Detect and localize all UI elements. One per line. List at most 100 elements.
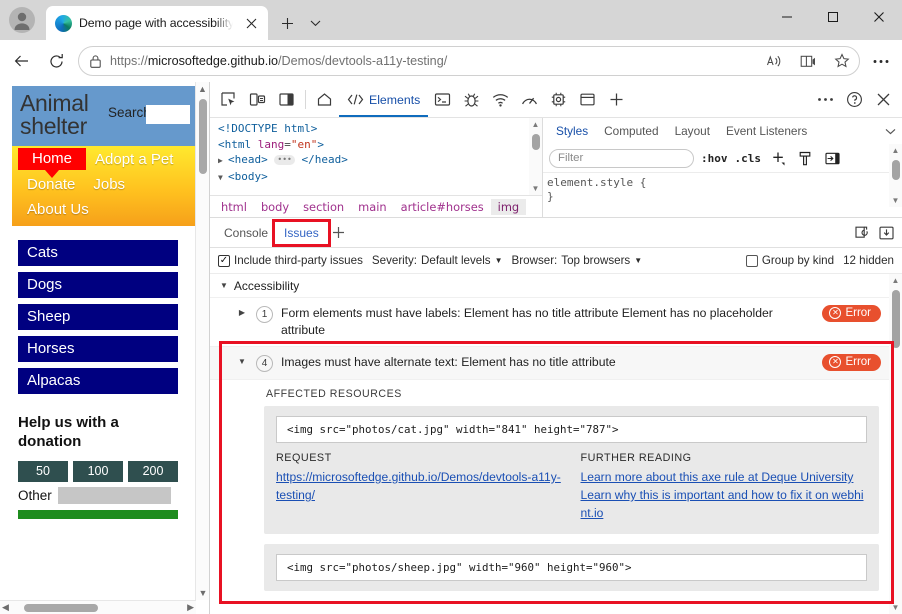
nav-link-adopt-a-pet[interactable]: Adopt a Pet bbox=[86, 149, 182, 170]
performance-gauge-icon[interactable] bbox=[515, 86, 544, 114]
tab-issues[interactable]: Issues bbox=[276, 223, 327, 243]
donation-amount-50[interactable]: 50 bbox=[18, 461, 68, 482]
hov-toggle[interactable]: :hov bbox=[701, 152, 728, 165]
nav-link-home[interactable]: Home bbox=[18, 148, 86, 170]
styles-scrollbar[interactable]: ▲ ▼ bbox=[889, 144, 902, 207]
dom-line[interactable]: ▶<head> ••• </head> bbox=[218, 152, 542, 169]
collapse-triangle-icon[interactable]: ▼ bbox=[236, 354, 248, 366]
tab-elements[interactable]: Elements bbox=[339, 83, 428, 117]
styles-filter-input[interactable]: Filter bbox=[549, 149, 694, 168]
dom-line[interactable]: ▼<body> bbox=[218, 169, 542, 186]
scroll-right-arrow[interactable]: ▶ bbox=[187, 602, 194, 613]
nav-link-about-us[interactable]: About Us bbox=[18, 199, 98, 220]
scroll-down-arrow[interactable]: ▼ bbox=[196, 586, 210, 600]
category-sheep[interactable]: Sheep bbox=[18, 304, 178, 330]
category-cats[interactable]: Cats bbox=[18, 240, 178, 266]
dock-side-icon[interactable] bbox=[272, 86, 301, 114]
breadcrumb-img[interactable]: img bbox=[491, 199, 527, 215]
category-horses[interactable]: Horses bbox=[18, 336, 178, 362]
computed-sidebar-icon[interactable] bbox=[822, 148, 842, 168]
cls-toggle[interactable]: .cls bbox=[735, 152, 762, 165]
nav-link-jobs[interactable]: Jobs bbox=[84, 174, 134, 195]
browser-settings-button[interactable] bbox=[866, 46, 896, 76]
close-tab-button[interactable] bbox=[240, 12, 262, 34]
element-style-rule[interactable]: element.style { bbox=[547, 176, 902, 190]
page-vscroll-thumb[interactable] bbox=[199, 99, 207, 174]
tab-console[interactable]: Console bbox=[216, 223, 276, 243]
new-style-rule-icon[interactable] bbox=[768, 148, 788, 168]
close-window-button[interactable] bbox=[856, 0, 902, 33]
include-third-party-toggle[interactable]: Include third-party issues bbox=[218, 254, 363, 267]
favorites-button[interactable] bbox=[829, 48, 855, 74]
issues-scrollbar[interactable]: ▲ ▼ bbox=[889, 274, 902, 614]
request-link[interactable]: https://microsoftedge.github.io/Demos/de… bbox=[276, 468, 563, 504]
tab-actions-button[interactable] bbox=[302, 10, 328, 36]
tab-styles[interactable]: Styles bbox=[549, 121, 595, 141]
page-hscroll-thumb[interactable] bbox=[24, 604, 98, 612]
network-icon[interactable] bbox=[486, 86, 515, 114]
close-devtools-icon[interactable] bbox=[869, 86, 898, 114]
memory-icon[interactable] bbox=[573, 86, 602, 114]
maximize-button[interactable] bbox=[810, 0, 856, 33]
group-by-kind-checkbox[interactable] bbox=[746, 255, 758, 267]
help-icon[interactable] bbox=[840, 86, 869, 114]
category-dogs[interactable]: Dogs bbox=[18, 272, 178, 298]
severity-filter[interactable]: Severity: Default levels ▼ bbox=[372, 254, 503, 267]
browser-filter[interactable]: Browser: Top browsers ▼ bbox=[512, 254, 643, 267]
donation-amount-200[interactable]: 200 bbox=[128, 461, 178, 482]
further-reading-link-webhint[interactable]: Learn why this is important and how to f… bbox=[581, 486, 868, 522]
back-button[interactable] bbox=[6, 45, 38, 77]
search-input[interactable] bbox=[146, 105, 190, 124]
tab-event-listeners[interactable]: Event Listeners bbox=[719, 121, 814, 141]
more-options-icon[interactable] bbox=[811, 86, 840, 114]
tab-layout[interactable]: Layout bbox=[668, 121, 717, 141]
issue-row-images-alt-text[interactable]: ▼ 4 Images must have alternate text: Ele… bbox=[210, 347, 889, 380]
hidden-issues-count[interactable]: 12 hidden bbox=[843, 254, 894, 267]
application-chip-icon[interactable] bbox=[544, 86, 573, 114]
dom-line[interactable]: <html lang="en"> bbox=[218, 137, 542, 153]
dom-line[interactable]: <!DOCTYPE html> bbox=[218, 121, 542, 137]
issues-scroll-up[interactable]: ▲ bbox=[889, 274, 902, 287]
breadcrumb-section[interactable]: section bbox=[296, 199, 351, 215]
console-icon[interactable] bbox=[428, 86, 457, 114]
add-drawer-tab-button[interactable] bbox=[327, 221, 351, 245]
expand-triangle-icon[interactable]: ▶ bbox=[236, 305, 248, 317]
issues-scroll-down[interactable]: ▼ bbox=[889, 601, 902, 614]
issue-category-accessibility[interactable]: ▼ Accessibility bbox=[210, 274, 889, 298]
sources-bug-icon[interactable] bbox=[457, 86, 486, 114]
breadcrumb-main[interactable]: main bbox=[351, 199, 393, 215]
minimize-button[interactable] bbox=[764, 0, 810, 33]
close-drawer-icon[interactable] bbox=[876, 223, 896, 243]
refresh-button[interactable] bbox=[40, 45, 72, 77]
styles-scroll-up[interactable]: ▲ bbox=[889, 144, 902, 157]
browser-tab[interactable]: Demo page with accessibility issues bbox=[46, 6, 268, 40]
immersive-reader-button[interactable] bbox=[795, 48, 821, 74]
read-aloud-button[interactable] bbox=[761, 48, 787, 74]
tab-computed[interactable]: Computed bbox=[597, 121, 665, 141]
further-reading-link-deque[interactable]: Learn more about this axe rule at Deque … bbox=[581, 468, 868, 486]
scroll-up-arrow[interactable]: ▲ bbox=[196, 82, 209, 96]
device-emulation-icon[interactable] bbox=[243, 86, 272, 114]
resource-code-snippet[interactable]: <img src="photos/sheep.jpg" width="960" … bbox=[276, 554, 867, 581]
page-horizontal-scrollbar[interactable]: ◀ ▶ bbox=[0, 600, 196, 614]
issues-scroll-thumb[interactable] bbox=[892, 290, 900, 348]
inspect-element-icon[interactable] bbox=[214, 86, 243, 114]
dom-scrollbar[interactable]: ▲ ▼ bbox=[529, 118, 542, 195]
dom-scroll-down[interactable]: ▼ bbox=[529, 182, 542, 195]
breadcrumb-html[interactable]: html bbox=[214, 199, 254, 215]
dom-scroll-thumb[interactable] bbox=[532, 134, 540, 150]
element-state-icon[interactable] bbox=[795, 148, 815, 168]
other-amount-input[interactable] bbox=[58, 487, 171, 504]
new-tab-button[interactable] bbox=[274, 10, 300, 36]
dom-tree[interactable]: <!DOCTYPE html> <html lang="en"> ▶<head>… bbox=[210, 118, 542, 195]
category-alpacas[interactable]: Alpacas bbox=[18, 368, 178, 394]
styles-rules[interactable]: element.style { } bbox=[543, 172, 902, 217]
page-vertical-scrollbar[interactable]: ▲ ▼ bbox=[195, 82, 209, 600]
styles-scroll-down[interactable]: ▼ bbox=[889, 194, 902, 207]
issue-row-form-labels[interactable]: ▶ 1 Form elements must have labels: Elem… bbox=[210, 298, 889, 347]
welcome-home-icon[interactable] bbox=[310, 86, 339, 114]
scroll-left-arrow[interactable]: ◀ bbox=[2, 602, 9, 613]
dom-scroll-up[interactable]: ▲ bbox=[529, 118, 542, 131]
breadcrumb-body[interactable]: body bbox=[254, 199, 296, 215]
styles-scroll-thumb[interactable] bbox=[892, 160, 900, 180]
